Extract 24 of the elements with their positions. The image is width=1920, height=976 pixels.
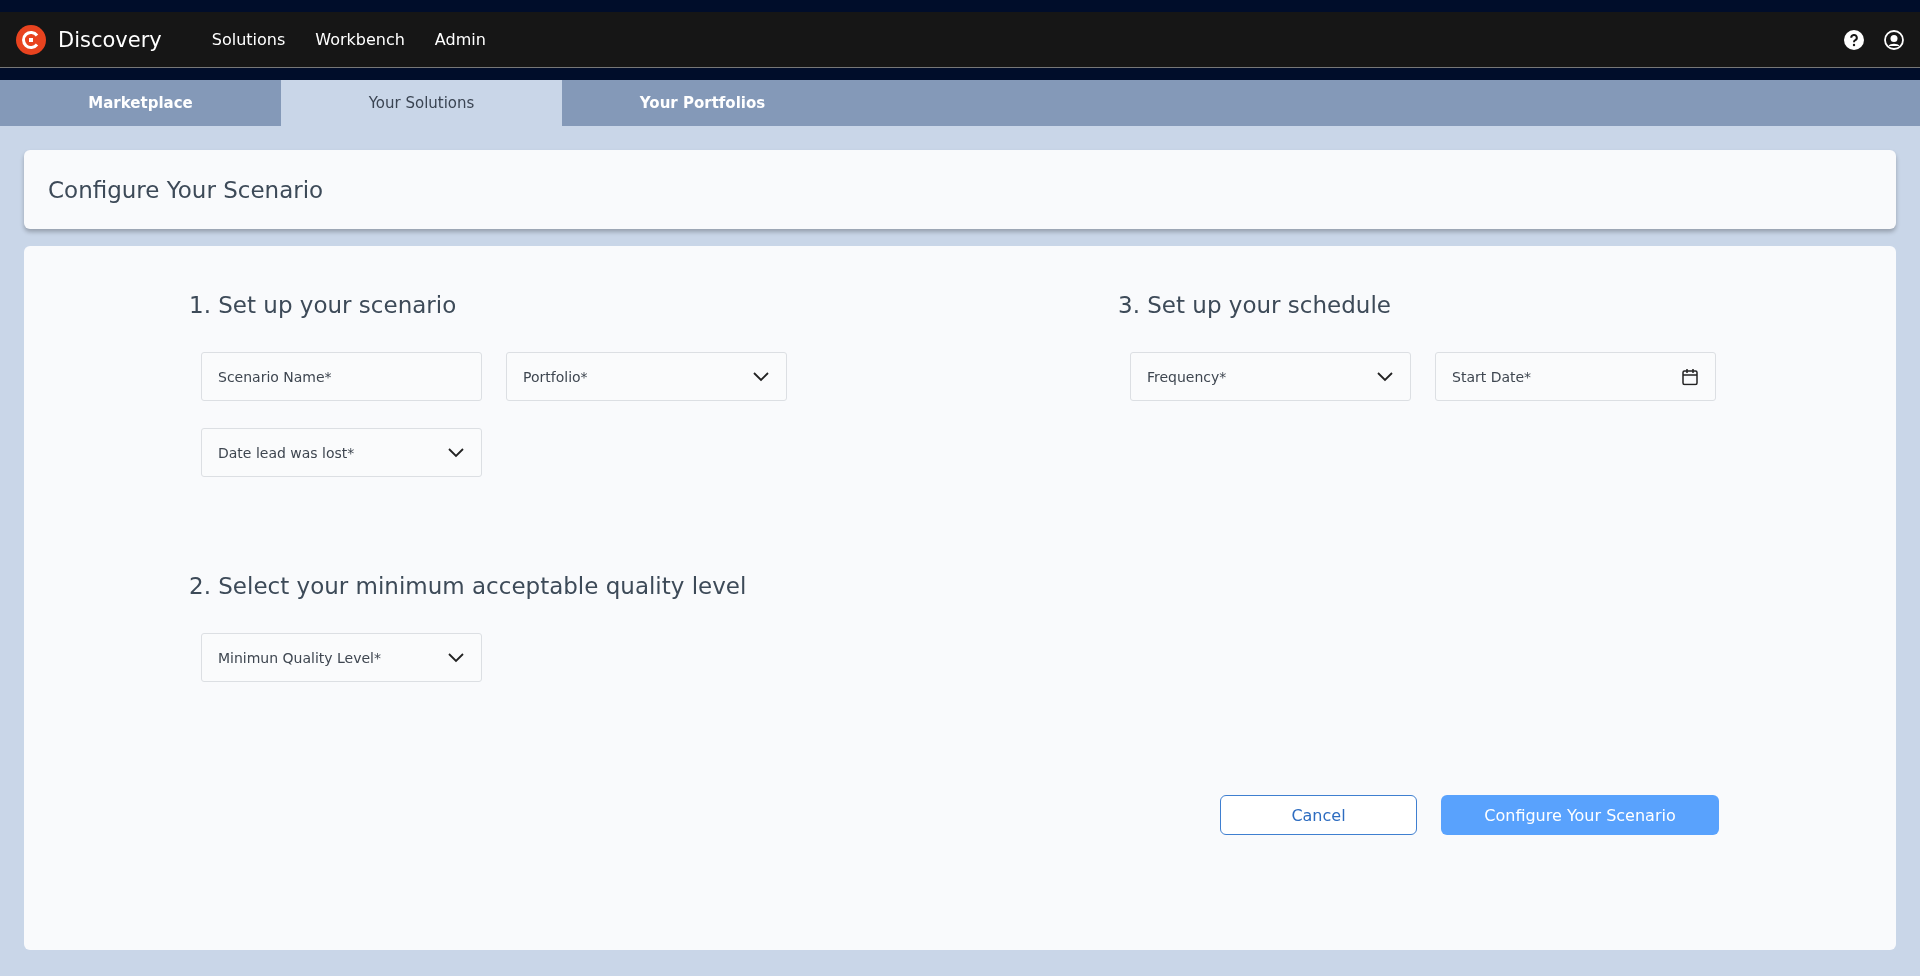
- nav-link[interactable]: Workbench: [315, 30, 405, 49]
- nav-link[interactable]: Admin: [434, 30, 486, 49]
- calendar-icon: [1682, 368, 1698, 385]
- dropdown-field[interactable]: Date lead was lost*: [201, 428, 482, 477]
- dropdown-field[interactable]: Portfolio*: [506, 352, 787, 401]
- chevron-down-icon: [448, 447, 464, 458]
- logo-icon: [16, 24, 46, 55]
- section-heading: 1. Set up your scenario: [189, 292, 458, 318]
- section-heading: 2. Select your minimum acceptable quality level: [189, 573, 748, 599]
- section-heading: 3. Set up your schedule: [1118, 292, 1392, 318]
- page-title: Configure Your Scenario: [48, 176, 324, 203]
- chevron-down-icon: [753, 371, 769, 382]
- chevron-down-icon: [448, 652, 464, 663]
- tab[interactable]: Your Solutions: [281, 80, 562, 126]
- chevron-down-icon: [1377, 371, 1393, 382]
- help-icon[interactable]: [1844, 29, 1864, 50]
- app-name: Discovery: [58, 27, 162, 52]
- nav-link[interactable]: Solutions: [211, 30, 286, 49]
- dropdown-field[interactable]: Frequency*: [1130, 352, 1411, 401]
- cancel-button[interactable]: Cancel: [1220, 795, 1417, 835]
- dropdown-field[interactable]: Minimun Quality Level*: [201, 633, 482, 682]
- user-icon[interactable]: [1884, 29, 1904, 50]
- text-field[interactable]: Scenario Name*: [201, 352, 482, 401]
- date-field[interactable]: Start Date*: [1435, 352, 1716, 401]
